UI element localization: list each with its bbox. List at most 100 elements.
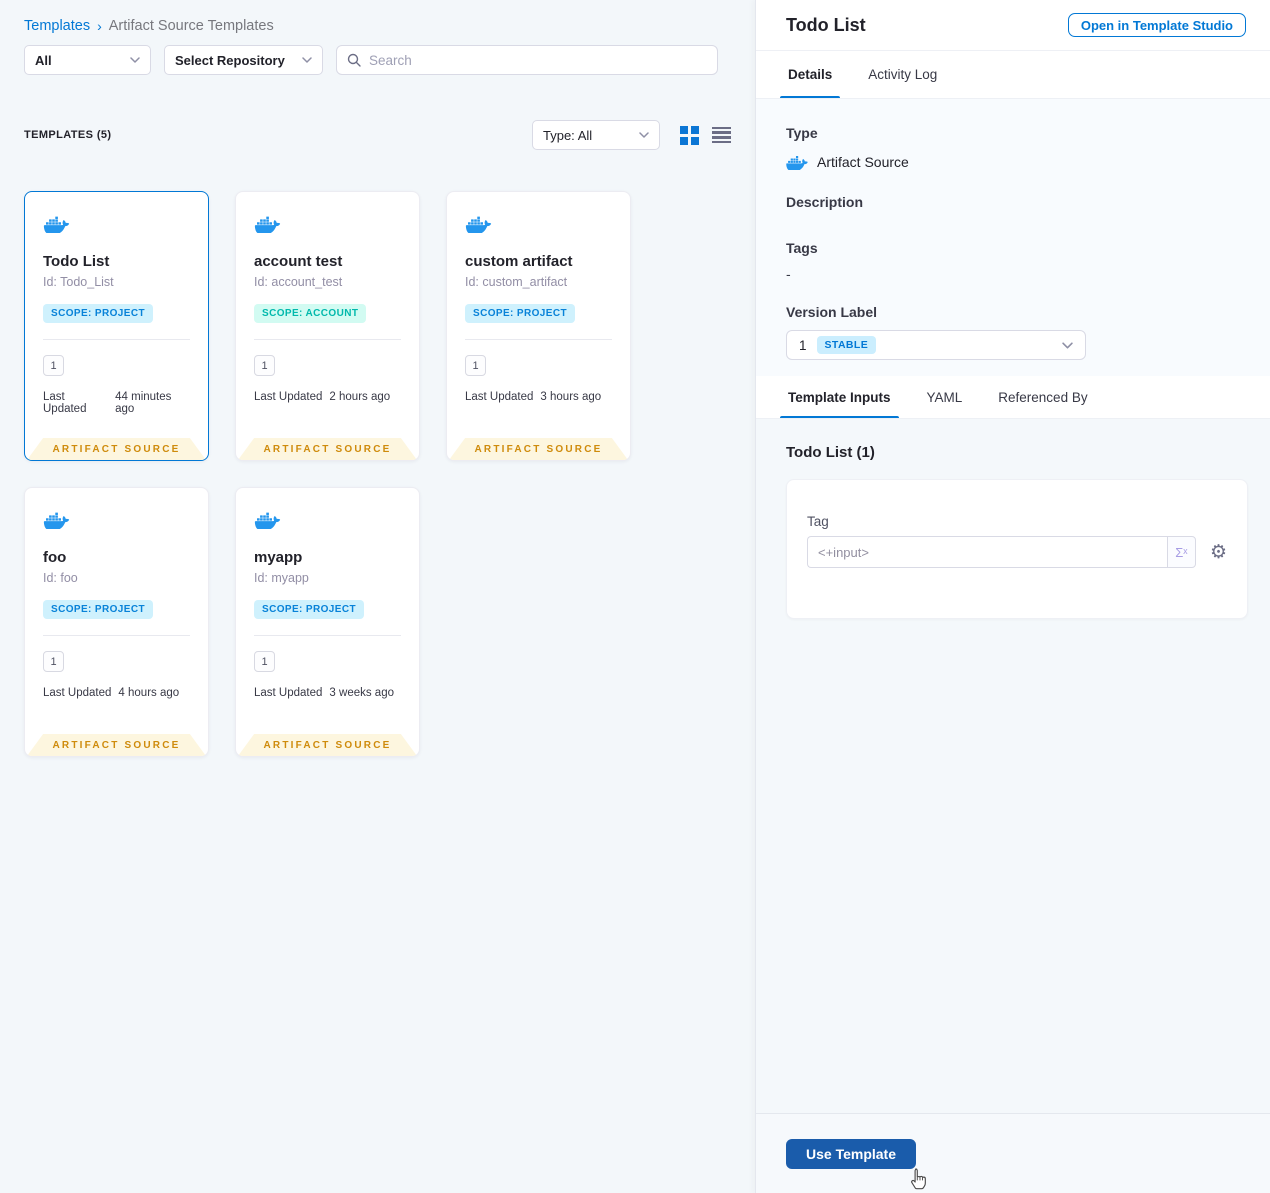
card-id: Id: custom_artifact [465,275,568,289]
card-id: Id: Todo_List [43,275,114,289]
tags-label: Tags [786,240,818,256]
type-label: Type [786,125,818,141]
artifact-templates-page: Templates › Artifact Source Templates Al… [0,0,1270,1193]
scope-filter-value: All [35,52,52,68]
repository-filter-value: Select Repository [175,52,285,68]
template-card-todo-list[interactable]: Todo List Id: Todo_List SCOPE: PROJECT 1… [24,191,209,461]
tab-referenced-by[interactable]: Referenced By [996,376,1089,418]
docker-icon [43,216,70,235]
tab-yaml[interactable]: YAML [925,376,965,418]
details-header: Todo List Open in Template Studio [756,0,1270,51]
docker-icon [465,216,492,235]
template-card-myapp[interactable]: myapp Id: myapp SCOPE: PROJECT 1 Last Up… [235,487,420,757]
type-filter-dropdown[interactable]: Type: All [532,120,660,150]
version-count-badge: 1 [43,651,64,672]
last-updated: Last Updated 3 weeks ago [254,687,401,699]
template-inputs-content: Todo List (1) Tag Σˣ ⚙ [756,419,1270,1113]
grid-view-icon[interactable] [680,125,699,145]
scope-filter-dropdown[interactable]: All [24,45,151,75]
scope-badge: SCOPE: PROJECT [43,304,153,323]
inputs-tabs: Template Inputs YAML Referenced By [756,376,1270,419]
tab-activity-log[interactable]: Activity Log [866,51,939,98]
artifact-source-ribbon: ARTIFACT SOURCE [27,734,206,756]
tag-field-label: Tag [807,514,829,529]
filter-row: All Select Repository [24,45,731,75]
template-list-panel: Templates › Artifact Source Templates Al… [0,0,755,1193]
card-divider [43,339,190,340]
tab-details[interactable]: Details [779,51,841,98]
docker-icon [254,216,281,235]
artifact-source-ribbon: ARTIFACT SOURCE [238,438,417,460]
last-updated: Last Updated 44 minutes ago [43,391,190,415]
scope-badge: SCOPE: PROJECT [43,600,153,619]
card-title: myapp [254,549,303,566]
card-title: custom artifact [465,253,573,270]
expression-icon[interactable]: Σˣ [1166,536,1196,568]
template-card-custom-artifact[interactable]: custom artifact Id: custom_artifact SCOP… [446,191,631,461]
tags-value: - [786,266,791,282]
chevron-down-icon [1062,341,1073,349]
last-updated-value: 4 hours ago [118,687,180,699]
tag-input[interactable] [807,536,1167,568]
chevron-down-icon [130,57,140,63]
details-tabs: Details Activity Log [756,51,1270,99]
template-card-account-test[interactable]: account test Id: account_test SCOPE: ACC… [235,191,420,461]
details-footer: Use Template [756,1113,1270,1193]
version-dropdown[interactable]: 1 STABLE [786,330,1086,360]
gear-icon[interactable]: ⚙ [1210,542,1227,562]
chevron-down-icon [639,132,649,138]
version-count-badge: 1 [465,355,486,376]
card-id: Id: foo [43,571,78,585]
scope-badge: SCOPE: PROJECT [465,304,575,323]
card-divider [43,635,190,636]
breadcrumb-current: Artifact Source Templates [108,18,274,34]
chevron-down-icon [302,57,312,63]
type-value: Artifact Source [817,153,909,170]
last-updated-label: Last Updated [43,391,87,415]
artifact-source-ribbon: ARTIFACT SOURCE [238,734,417,756]
use-template-button[interactable]: Use Template [786,1139,916,1169]
template-card-foo[interactable]: foo Id: foo SCOPE: PROJECT 1 Last Update… [24,487,209,757]
last-updated: Last Updated 3 hours ago [465,391,612,403]
last-updated-value: 2 hours ago [329,391,391,403]
panel-title: Todo List [786,14,866,35]
last-updated-value: 44 minutes ago [115,391,172,415]
description-label: Description [786,194,864,210]
card-id: Id: account_test [254,275,343,289]
last-updated-value: 3 hours ago [540,391,602,403]
artifact-source-ribbon: ARTIFACT SOURCE [449,438,628,460]
docker-icon [254,512,281,531]
card-title: Todo List [43,253,110,270]
docker-icon [43,512,70,531]
template-details-panel: Todo List Open in Template Studio Detail… [755,0,1270,1193]
inputs-card: Tag Σˣ ⚙ [786,479,1248,619]
card-divider [254,339,401,340]
last-updated-label: Last Updated [254,687,323,699]
template-cards-grid: Todo List Id: Todo_List SCOPE: PROJECT 1… [24,191,731,757]
last-updated-label: Last Updated [43,687,112,699]
list-header: TEMPLATES (5) Type: All [24,120,731,150]
card-id: Id: myapp [254,571,309,585]
list-view-icon[interactable] [712,126,731,144]
tab-template-inputs[interactable]: Template Inputs [780,376,899,418]
last-updated-label: Last Updated [254,391,323,403]
card-divider [465,339,612,340]
version-count-badge: 1 [43,355,64,376]
open-in-template-studio-button[interactable]: Open in Template Studio [1067,13,1246,37]
version-label: Version Label [786,304,878,320]
repository-filter-dropdown[interactable]: Select Repository [164,45,323,75]
last-updated-label: Last Updated [465,391,534,403]
version-value: 1 [799,337,807,353]
card-divider [254,635,401,636]
scope-badge: SCOPE: PROJECT [254,600,364,619]
card-title: account test [254,253,343,270]
last-updated-value: 3 weeks ago [329,687,394,699]
search-input[interactable] [369,52,707,68]
inputs-section-title: Todo List (1) [786,444,875,461]
last-updated: Last Updated 2 hours ago [254,391,401,403]
search-icon [347,53,361,67]
breadcrumb-separator-icon: › [97,18,102,34]
templates-count-label: TEMPLATES (5) [24,129,112,141]
last-updated: Last Updated 4 hours ago [43,687,190,699]
breadcrumb-templates-link[interactable]: Templates [24,18,90,34]
